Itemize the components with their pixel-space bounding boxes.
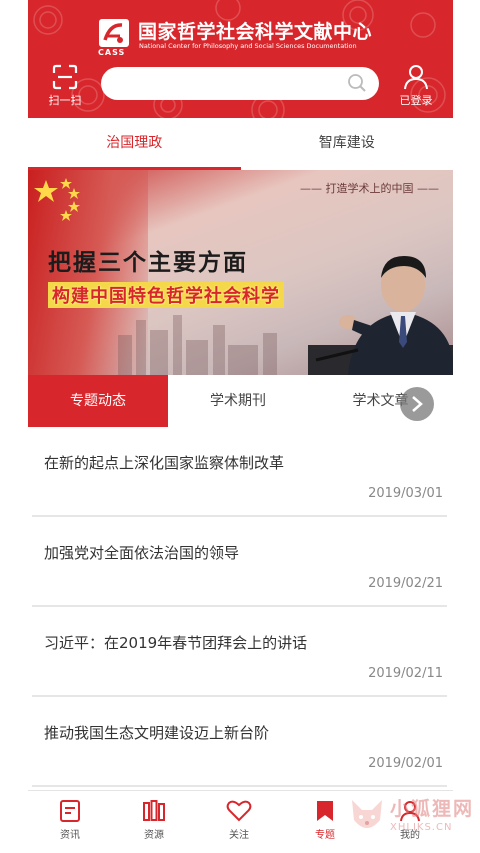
nav-label: 资讯 (60, 830, 80, 841)
heart-icon (226, 800, 252, 822)
watermark-url: XHLIKS.CN (390, 822, 453, 833)
fox-logo-icon (352, 800, 382, 828)
site-watermark: 小狐狸网 XHLIKS.CN (348, 792, 476, 850)
tab-topic-news[interactable]: 专题动态 (28, 375, 168, 427)
list-item[interactable]: 加强党对全面依法治国的领导 2019/02/21 (32, 517, 447, 607)
bookmark-icon (317, 801, 333, 821)
right-margin (453, 0, 480, 853)
banner-headline: 把握三个主要方面 (48, 250, 248, 276)
scan-button[interactable]: 扫一扫 (42, 62, 88, 112)
article-title: 推动我国生态文明建设迈上新台阶 (44, 724, 270, 742)
list-item[interactable]: 在新的起点上深化国家监察体制改革 2019/03/01 (32, 427, 447, 517)
news-icon (60, 800, 80, 822)
search-input[interactable] (115, 73, 339, 95)
nav-topics[interactable]: 专题 (295, 799, 355, 841)
books-icon (143, 800, 165, 821)
user-account-button[interactable]: 已登录 (390, 62, 442, 114)
article-date: 2019/02/11 (368, 666, 443, 681)
tabs-next-button[interactable] (400, 387, 434, 421)
tab-governance[interactable]: 治国理政 (28, 118, 241, 170)
watermark-title: 小狐狸网 (390, 798, 475, 820)
cass-logo-icon (99, 19, 129, 47)
article-title: 习近平：在2019年春节团拜会上的讲话 (44, 634, 308, 652)
logo-text: CASS (98, 48, 126, 57)
tab-think-tank[interactable]: 智库建设 (241, 118, 454, 170)
tab-journals[interactable]: 学术期刊 (168, 375, 308, 427)
banner-tagline: —— 打造学术上的中国 —— (300, 182, 439, 195)
nav-label: 关注 (229, 830, 249, 841)
content-tabs: 专题动态 学术期刊 学术文章 (28, 375, 453, 427)
article-title: 在新的起点上深化国家监察体制改革 (44, 454, 285, 472)
speaker-photo (308, 256, 453, 375)
scan-label: 扫一扫 (48, 94, 82, 107)
app-header: CASS 国家哲学社会科学文献中心 National Center for Ph… (28, 0, 453, 118)
feature-banner[interactable]: —— 打造学术上的中国 —— 把握三个主要方面 构建中国特色哲学社会科学 (28, 170, 453, 375)
search-bar[interactable] (101, 67, 379, 100)
nav-news[interactable]: 资讯 (40, 799, 100, 841)
scan-icon (52, 64, 78, 90)
article-list: 在新的起点上深化国家监察体制改革 2019/03/01 加强党对全面依法治国的领… (28, 427, 453, 787)
article-date: 2019/03/01 (368, 486, 443, 501)
nav-follow[interactable]: 关注 (209, 799, 269, 841)
nav-resources[interactable]: 资源 (124, 799, 184, 841)
category-tabs: 治国理政 智库建设 (28, 118, 453, 170)
banner-subheadline: 构建中国特色哲学社会科学 (48, 282, 284, 308)
org-title: 国家哲学社会科学文献中心 (138, 21, 373, 43)
list-item[interactable]: 习近平：在2019年春节团拜会上的讲话 2019/02/11 (32, 607, 447, 697)
left-margin (0, 0, 28, 853)
flag-stars-icon (34, 178, 80, 221)
nav-label: 专题 (315, 830, 335, 841)
article-date: 2019/02/01 (368, 756, 443, 771)
app-screen: CASS 国家哲学社会科学文献中心 National Center for Ph… (28, 0, 453, 853)
nav-label: 资源 (144, 830, 164, 841)
org-subtitle: National Center for Philosophy and Socia… (139, 42, 357, 50)
list-item[interactable]: 推动我国生态文明建设迈上新台阶 2019/02/01 (32, 697, 447, 787)
user-icon (404, 65, 428, 90)
article-title: 加强党对全面依法治国的领导 (44, 544, 240, 562)
article-date: 2019/02/21 (368, 576, 443, 591)
chevron-right-icon (412, 396, 423, 412)
user-status-label: 已登录 (399, 94, 433, 107)
search-icon[interactable] (347, 73, 367, 93)
